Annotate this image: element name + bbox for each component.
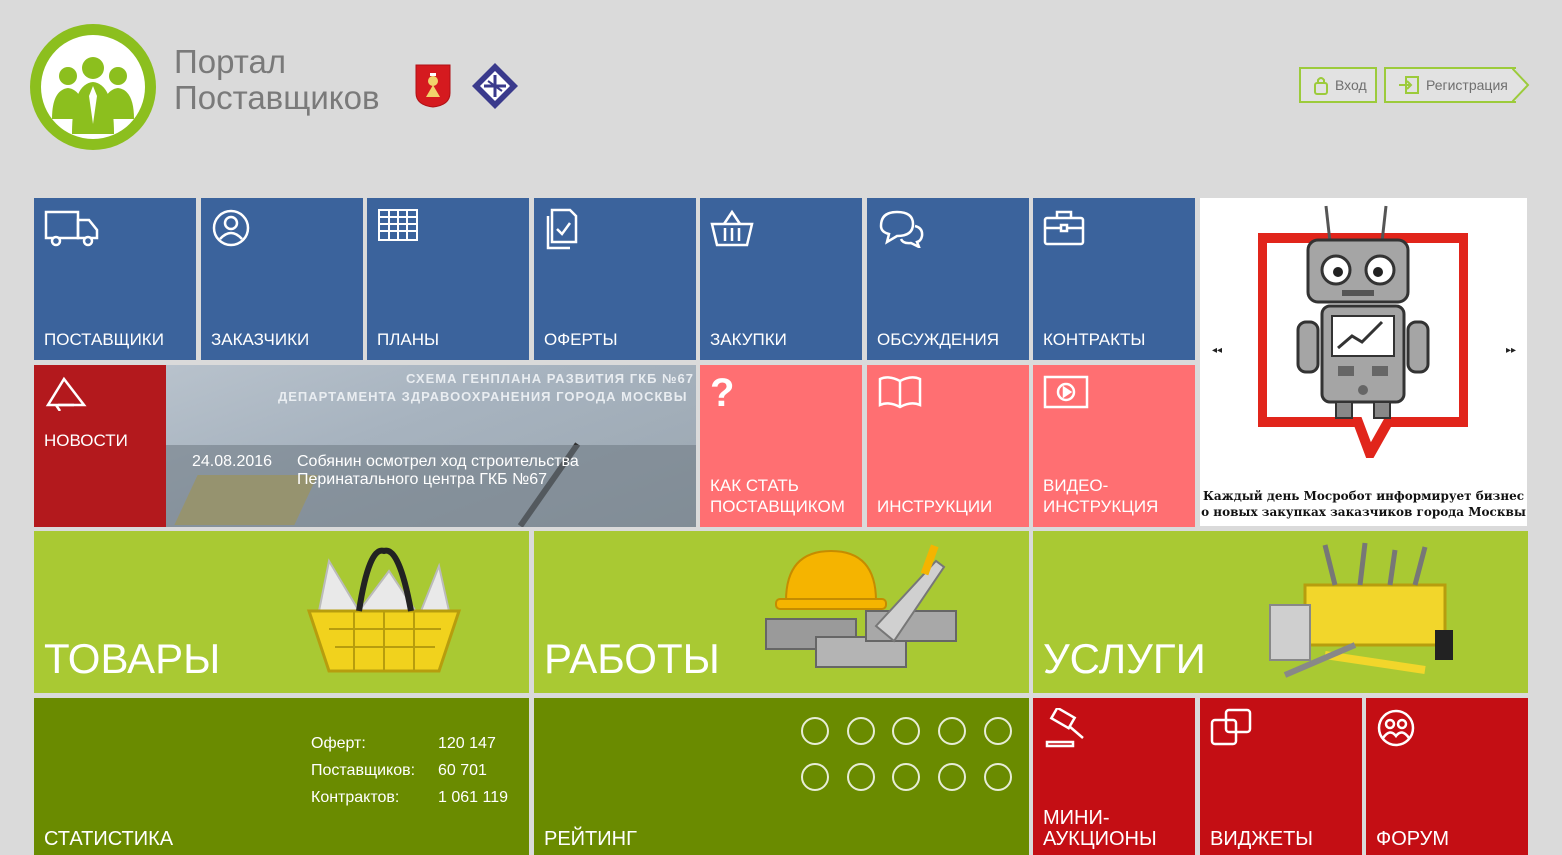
- banner-prev-arrow[interactable]: ◂◂: [1212, 345, 1222, 356]
- toolbox-image: [1269, 542, 1453, 678]
- award-icon[interactable]: [801, 717, 829, 745]
- login-button[interactable]: Вход: [1299, 67, 1377, 103]
- tile-offers[interactable]: ОФЕРТЫ: [534, 198, 696, 360]
- lock-icon: [1314, 77, 1328, 95]
- mosrobot-banner[interactable]: Каждый день Мосробот информирует бизнес …: [1200, 198, 1527, 526]
- tile-label: УСЛУГИ: [1043, 635, 1206, 682]
- news-date: 24.08.2016: [192, 453, 273, 470]
- tile-instructions[interactable]: ИНСТРУКЦИИ: [867, 365, 1029, 527]
- moscow-coat-of-arms-icon: [414, 63, 452, 113]
- truck-icon: [44, 210, 99, 247]
- basket-goods-image: [306, 547, 462, 673]
- news-title[interactable]: Собянин осмотрел ход строительства Перин…: [297, 453, 637, 489]
- question-icon: ?: [710, 371, 735, 415]
- tile-label: ФОРУМ: [1376, 828, 1450, 850]
- tile-forum[interactable]: ФОРУМ: [1366, 698, 1528, 855]
- portal-title[interactable]: Портал Поставщиков: [174, 44, 379, 116]
- briefcase-icon[interactable]: [892, 763, 920, 791]
- gavel-icon: [1045, 708, 1084, 748]
- tools-icon[interactable]: [984, 717, 1012, 745]
- portal-title-line2: Поставщиков: [174, 79, 380, 116]
- photo-caption-1: СХЕМА ГЕНПЛАНА РАЗВИТИЯ ГКБ №67: [406, 371, 694, 386]
- stat-value: 1 061 119: [438, 789, 508, 806]
- photo-caption-2: ДЕПАРТАМЕНТА ЗДРАВООХРАНЕНИЯ ГОРОДА МОСК…: [278, 389, 688, 404]
- stat-row-offers: Оферт: 120 147: [311, 735, 508, 762]
- tile-how-to-become-supplier[interactable]: ? КАК СТАТЬ ПОСТАВЩИКОМ: [700, 365, 862, 527]
- banner-next-arrow[interactable]: ▸▸: [1506, 345, 1516, 356]
- stat-key: Контрактов:: [311, 789, 400, 806]
- tile-customers[interactable]: ЗАКАЗЧИКИ: [201, 198, 363, 360]
- portal-logo-icon[interactable]: [30, 24, 156, 150]
- tile-label: РАБОТЫ: [544, 635, 720, 682]
- search-document-icon[interactable]: [847, 717, 875, 745]
- stat-row-suppliers: Поставщиков: 60 701: [311, 762, 508, 789]
- stat-key: Оферт:: [311, 735, 366, 752]
- forum-people-icon: [1377, 709, 1415, 747]
- tile-label: ЗАКАЗЧИКИ: [211, 330, 310, 349]
- tile-label: РЕЙТИНГ: [544, 828, 637, 850]
- tile-label: ТОВАРЫ: [44, 635, 221, 682]
- news-photo[interactable]: СХЕМА ГЕНПЛАНА РАЗВИТИЯ ГКБ №67 ДЕПАРТАМ…: [166, 365, 696, 527]
- megaphone-icon: [45, 376, 87, 411]
- register-label: Регистрация: [1426, 77, 1508, 93]
- id-card-icon[interactable]: [984, 763, 1012, 791]
- tile-label: КОНТРАКТЫ: [1043, 330, 1146, 349]
- stat-row-contracts: Контрактов: 1 061 119: [311, 789, 508, 816]
- document-check-icon: [546, 208, 578, 250]
- table-icon: [378, 209, 418, 241]
- table-icon[interactable]: [938, 717, 966, 745]
- login-label: Вход: [1335, 77, 1367, 93]
- statistics-table: Оферт: 120 147 Поставщиков: 60 701 Контр…: [311, 735, 508, 816]
- department-emblem-icon: [470, 61, 520, 116]
- portal-title-line1: Портал: [174, 43, 287, 80]
- basket-icon: [710, 209, 754, 247]
- register-icon: [1399, 76, 1419, 94]
- tile-video-instruction[interactable]: ВИДЕО-ИНСТРУКЦИЯ: [1033, 365, 1195, 527]
- chat-icon: [879, 210, 924, 248]
- tile-label: ОБСУЖДЕНИЯ: [877, 330, 1000, 349]
- user-icon: [212, 209, 250, 247]
- tile-label: ЗАКУПКИ: [710, 330, 787, 349]
- tile-news[interactable]: НОВОСТИ: [34, 365, 166, 527]
- document-icon[interactable]: [801, 763, 829, 791]
- robot-illustration: [1258, 205, 1468, 458]
- construction-helmet-bricks-image: [765, 544, 957, 668]
- video-play-icon: [1043, 375, 1089, 409]
- register-arrow-tip: [1512, 67, 1530, 103]
- tile-label: ВИДЖЕТЫ: [1210, 828, 1313, 850]
- tile-label: ВИДЕО-ИНСТРУКЦИЯ: [1043, 476, 1159, 516]
- tile-label: МИНИ-АУКЦИОНЫ: [1043, 807, 1157, 850]
- tile-label: ОФЕРТЫ: [544, 330, 618, 349]
- tile-suppliers[interactable]: ПОСТАВЩИКИ: [34, 198, 196, 360]
- briefcase-icon: [1043, 210, 1085, 246]
- book-icon: [878, 376, 922, 409]
- stat-value: 120 147: [438, 735, 496, 752]
- tile-widgets[interactable]: ВИДЖЕТЫ: [1200, 698, 1362, 855]
- tile-label: ПОСТАВЩИКИ: [44, 330, 164, 349]
- person-icon[interactable]: [847, 763, 875, 791]
- stat-value: 60 701: [438, 762, 487, 779]
- tile-mini-auctions[interactable]: МИНИ-АУКЦИОНЫ: [1033, 698, 1195, 855]
- tile-label: КАК СТАТЬ ПОСТАВЩИКОМ: [710, 476, 845, 516]
- widgets-icon: [1210, 708, 1252, 746]
- stat-key: Поставщиков:: [311, 762, 416, 779]
- tile-services[interactable]: УСЛУГИ: [1033, 531, 1528, 693]
- tile-label: СТАТИСТИКА: [44, 828, 174, 850]
- tile-goods[interactable]: ТОВАРЫ: [34, 531, 529, 693]
- tile-discussions[interactable]: ОБСУЖДЕНИЯ: [867, 198, 1029, 360]
- star-icon[interactable]: [938, 763, 966, 791]
- tile-label: ПЛАНЫ: [377, 330, 440, 349]
- bar-chart-icon[interactable]: [892, 717, 920, 745]
- tile-label: НОВОСТИ: [44, 431, 128, 450]
- tile-plans[interactable]: ПЛАНЫ: [367, 198, 529, 360]
- tile-purchases[interactable]: ЗАКУПКИ: [700, 198, 862, 360]
- register-button[interactable]: Регистрация: [1384, 67, 1516, 103]
- tile-works[interactable]: РАБОТЫ: [534, 531, 1029, 693]
- tile-contracts[interactable]: КОНТРАКТЫ: [1033, 198, 1195, 360]
- banner-text: Каждый день Мосробот информирует бизнес …: [1201, 489, 1526, 519]
- tile-label: ИНСТРУКЦИИ: [877, 497, 993, 516]
